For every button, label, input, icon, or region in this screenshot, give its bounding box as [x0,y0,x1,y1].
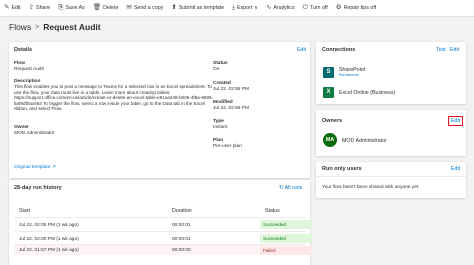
mail-icon: ✉ [126,3,132,11]
connection-name: Excel Online (Business) [339,90,396,96]
run-only-title: Run only users [322,166,362,172]
save-as-icon: ⎘ [58,3,64,11]
owners-card: Owners Edit MA MOD Administrator [316,110,466,156]
gear-icon: ⚙ [335,3,342,11]
export-button[interactable]: ⤓ Export ∨ [232,3,258,12]
send-copy-button[interactable]: ✉ Send a copy [126,3,164,12]
owner-name: MOD Administrator [342,138,387,144]
repair-tips-label: Repair tips off [343,5,377,11]
save-as-label: Save As [65,5,85,11]
breadcrumb: Flows > Request Audit [9,22,101,32]
row-divider [14,231,306,232]
details-edit-link[interactable]: Edit [297,47,306,53]
row-duration: 00:00:01 [172,237,191,242]
repair-tips-button[interactable]: ⚙ Repair tips off [335,3,377,12]
delete-button[interactable]: 🗑 Delete [92,3,119,12]
breadcrumb-separator: > [35,23,40,31]
header-divider [14,217,306,218]
save-as-button[interactable]: ⎘ Save As [58,3,85,12]
details-card: Details Edit Flow Request Audit Descript… [9,42,310,178]
submit-template-label: Submit as template [178,5,225,11]
export-icon: ⤓ [232,3,235,11]
type-label: Type [213,119,224,124]
export-label: Export [236,5,253,11]
row-duration: 00:00:01 [172,223,191,228]
edit-label: Edit [11,5,21,11]
share-icon: ⇧ [28,3,35,11]
analytics-label: Analytics [273,5,295,11]
run-only-message: Your flow hasn't been shared with anyone… [322,185,420,190]
owners-edit-link[interactable]: Edit [448,116,464,126]
run-history-title: 28-day run history [14,185,62,191]
chevron-down-icon: ∨ [254,5,258,11]
sharepoint-icon: S [323,67,334,78]
type-value: Instant [213,125,228,130]
connections-title: Connections [322,47,356,53]
row-start: Jul 22, 02:00 PM (1 wk ago) [19,237,79,242]
original-template-link[interactable]: Original template ↗ [14,165,56,170]
status-badge: Succeeded [260,234,312,243]
submit-template-button[interactable]: ⬆ Submit as template [171,3,225,12]
delete-label: Delete [103,5,119,11]
pencil-icon: ✎ [4,3,10,11]
power-icon: ⏻ [302,3,308,11]
upload-icon: ⬆ [171,3,177,11]
status-label: Status [213,61,228,66]
status-badge: Failed [260,246,312,255]
breadcrumb-flows[interactable]: Flows [9,22,31,32]
avatar: MA [323,133,337,147]
share-button[interactable]: ⇧ Share [28,3,51,12]
owner-label: Owner [14,125,29,130]
owners-title: Owners [322,118,343,124]
run-only-divider [316,176,466,177]
connections-edit-link[interactable]: Edit [450,47,459,53]
command-bar: ✎ Edit ⇧ Share ⎘ Save As 🗑 Delete ✉ Send a co… [0,0,474,17]
flow-value: Request Audit [14,67,44,72]
excel-icon: X [323,87,334,98]
run-only-users-card: Run only users Edit Your flow hasn't bee… [316,162,466,198]
status-value: On [213,67,220,72]
flow-label: Flow [14,61,25,66]
turn-off-label: Turn off [309,5,328,11]
all-runs-link[interactable]: ↻ All runs [279,185,302,191]
analytics-button[interactable]: ∿ Analytics [265,3,295,12]
analytics-icon: ∿ [265,3,272,11]
row-start: Jul 22, 01:57 PM (1 wk ago) [19,248,79,253]
modified-value: Jul 22, 02:55 PM [213,106,249,111]
send-copy-label: Send a copy [133,5,164,11]
plan-label: Plan [213,138,224,143]
turn-off-button[interactable]: ⏻ Turn off [302,3,328,12]
connection-permissions-link[interactable]: Permissions [339,73,359,77]
row-start: Jul 22, 02:05 PM (1 wk ago) [19,223,79,228]
plan-value: Per-user plan [213,144,242,149]
connections-test-link[interactable]: Test [436,47,446,53]
owner-value: MOD Administrator [14,131,55,136]
column-header-status: Status [265,208,280,214]
column-header-start: Start [19,208,30,214]
connections-card: Connections Test Edit S SharePoint Permi… [316,42,466,104]
description-value: This flow enables you to post a message … [14,84,214,112]
status-badge: Succeeded [260,220,312,229]
row-duration: 00:00:00 [172,248,191,253]
share-label: Share [36,5,51,11]
page-title: Request Audit [43,22,101,32]
modified-label: Modified [213,100,233,105]
all-runs-label: All runs [284,185,303,191]
trash-icon: 🗑 [92,3,102,11]
created-label: Created [213,81,231,86]
column-header-duration: Duration [172,208,192,214]
created-value: Jul 22, 02:55 PM [213,87,249,92]
run-history-card: 28-day run history ↻ All runs Start Dura… [9,180,312,265]
run-only-edit-link[interactable]: Edit [451,166,460,172]
details-title: Details [14,47,33,53]
edit-button[interactable]: ✎ Edit [4,3,21,12]
